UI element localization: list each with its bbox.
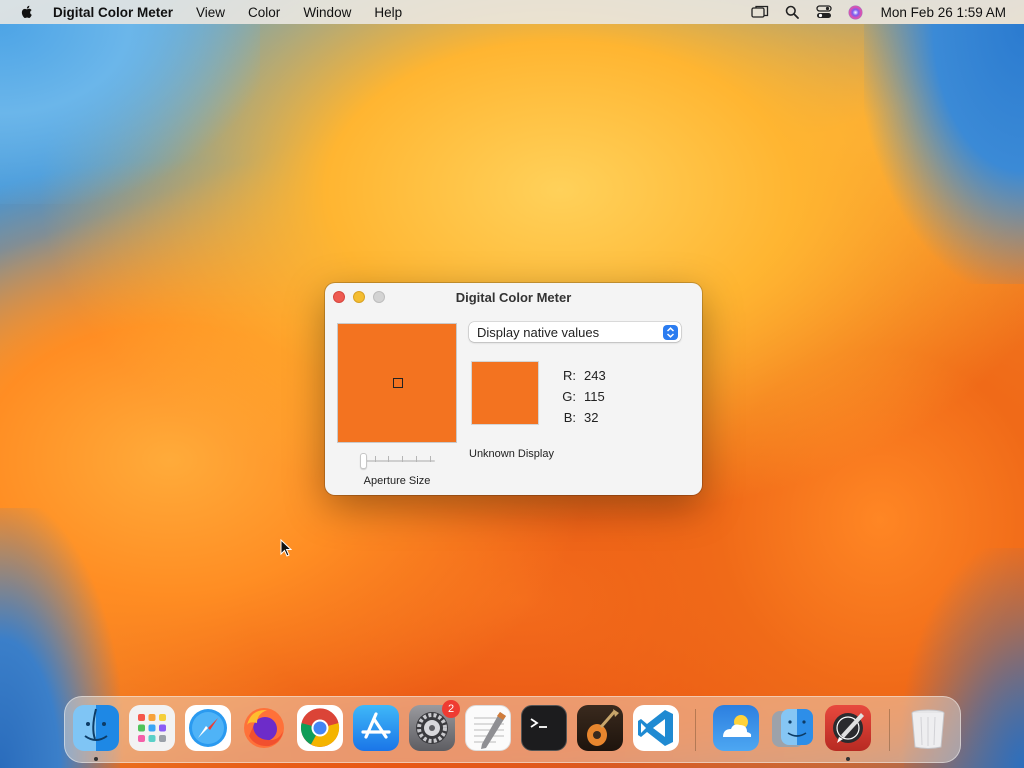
running-indicator — [94, 757, 98, 761]
app-store-icon[interactable] — [353, 705, 399, 751]
menu-window[interactable]: Window — [303, 5, 351, 20]
slider-tick — [416, 456, 417, 462]
apple-menu-icon[interactable] — [19, 4, 35, 20]
window-titlebar[interactable]: Digital Color Meter — [325, 283, 702, 311]
chevron-up-down-icon — [663, 325, 678, 340]
migration-assistant-icon[interactable] — [769, 705, 815, 751]
menu-bar: Digital Color Meter View Color Window He… — [0, 0, 1024, 24]
red-label: R: — [563, 368, 576, 383]
green-label: G: — [562, 389, 576, 404]
mouse-pointer-icon — [280, 539, 292, 557]
weather-icon[interactable] — [713, 705, 759, 751]
aperture-size-slider[interactable] — [360, 453, 435, 469]
green-value: 115 — [584, 389, 605, 404]
blue-value: 32 — [584, 410, 599, 425]
siri-icon[interactable] — [847, 4, 865, 20]
red-value: 243 — [584, 368, 606, 383]
slider-tick — [388, 456, 389, 462]
screen-mirroring-icon[interactable] — [751, 4, 769, 20]
slider-track — [360, 460, 435, 462]
close-button[interactable] — [333, 291, 345, 303]
wallpaper-accent — [864, 24, 1024, 284]
chrome-icon[interactable] — [297, 705, 343, 751]
menu-view[interactable]: View — [196, 5, 225, 20]
launchpad-icon[interactable] — [129, 705, 175, 751]
textedit-icon[interactable] — [465, 705, 511, 751]
zoom-button[interactable] — [373, 291, 385, 303]
red-value-row: R: 243 — [555, 365, 606, 386]
control-center-icon[interactable] — [815, 4, 833, 20]
dock-separator — [889, 709, 890, 751]
dock-separator — [695, 709, 696, 751]
aperture-size-label: Aperture Size — [363, 475, 431, 487]
blue-value-row: B: 32 — [555, 407, 606, 428]
firefox-icon[interactable] — [241, 705, 287, 751]
menu-color[interactable]: Color — [248, 5, 280, 20]
wallpaper-accent — [0, 24, 260, 204]
display-mode-popup[interactable]: Display native values — [469, 322, 681, 342]
vscode-icon[interactable] — [633, 705, 679, 751]
notification-badge: 2 — [442, 700, 460, 718]
display-name: Unknown Display — [469, 448, 554, 460]
green-value-row: G: 115 — [555, 386, 606, 407]
rgb-values: R: 243 G: 115 B: 32 — [555, 365, 606, 428]
minimize-button[interactable] — [353, 291, 365, 303]
slider-tick — [375, 456, 376, 462]
garageband-icon[interactable] — [577, 705, 623, 751]
running-indicator — [846, 757, 850, 761]
digital-color-meter-window: Digital Color Meter Aperture Size Displa… — [325, 283, 702, 495]
menu-bar-clock[interactable]: Mon Feb 26 1:59 AM — [881, 5, 1006, 20]
slider-tick — [430, 456, 431, 462]
slider-knob[interactable] — [360, 453, 367, 469]
color-swatch — [471, 361, 539, 425]
safari-icon[interactable] — [185, 705, 231, 751]
dock: 2 — [64, 696, 961, 763]
aperture-indicator — [393, 378, 403, 388]
trash-icon[interactable] — [905, 705, 951, 751]
spotlight-search-icon[interactable] — [783, 4, 801, 20]
blue-label: B: — [563, 410, 576, 425]
slider-tick — [402, 456, 403, 462]
finder-icon[interactable] — [73, 705, 119, 751]
display-mode-value: Display native values — [477, 324, 600, 340]
magnified-preview — [337, 323, 457, 443]
digital-color-meter-icon[interactable] — [825, 705, 871, 751]
terminal-icon[interactable] — [521, 705, 567, 751]
app-menu[interactable]: Digital Color Meter — [53, 5, 173, 20]
menu-help[interactable]: Help — [374, 5, 402, 20]
